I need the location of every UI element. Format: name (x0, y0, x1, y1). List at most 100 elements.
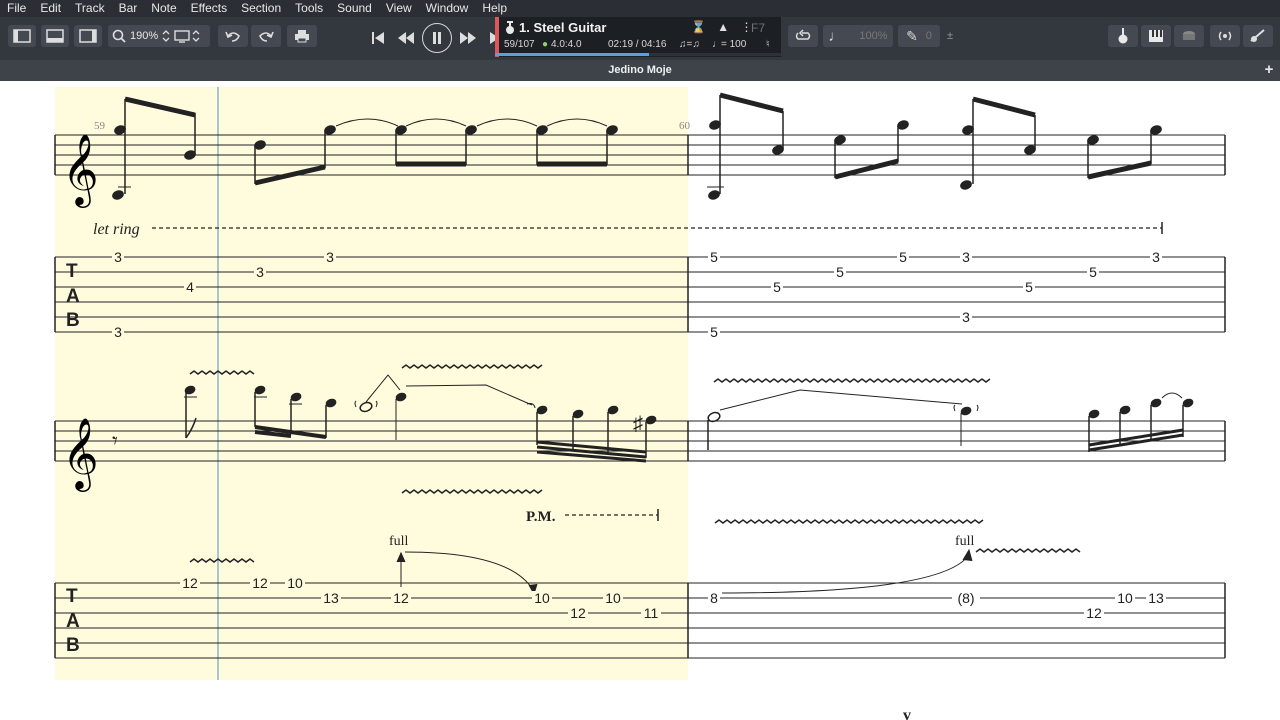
page-view-button[interactable] (41, 25, 69, 47)
menu-sound[interactable]: Sound (330, 0, 379, 17)
menu-window[interactable]: Window (419, 0, 476, 17)
track-name: 1. Steel Guitar (519, 20, 607, 35)
tab-fret-number[interactable]: 5 (773, 279, 781, 295)
go-to-start-button[interactable] (366, 25, 390, 51)
song-progress-bar[interactable] (495, 53, 781, 56)
redo-button[interactable] (251, 25, 281, 47)
piano-view-button[interactable] (1141, 25, 1171, 47)
wireless-button[interactable] (1210, 25, 1240, 47)
bar-position: 59/107 (504, 39, 535, 50)
tempo-value: = 100 (721, 39, 747, 50)
tab-fret-number[interactable]: 3 (256, 264, 264, 280)
zoom-value: 190% (130, 30, 159, 42)
tab-fret-number[interactable]: 3 (962, 309, 970, 325)
menu-bar-item[interactable]: Bar (112, 0, 145, 17)
menu-section[interactable]: Section (234, 0, 288, 17)
menu-bar: File Edit Track Bar Note Effects Section… (0, 0, 1280, 17)
tab-fret-number[interactable]: 3 (326, 249, 334, 265)
pan-control[interactable]: ✎ 0 (898, 25, 940, 47)
undo-icon (225, 31, 240, 42)
let-ring-label: let ring (93, 221, 140, 238)
pause-icon (433, 32, 441, 44)
fast-forward-button[interactable] (456, 25, 480, 51)
tab-fret-number[interactable]: (8) (957, 590, 974, 606)
panel-right-button[interactable] (74, 25, 102, 47)
fast-forward-icon (460, 32, 476, 44)
drum-view-button[interactable] (1174, 25, 1204, 47)
tab-fret-number[interactable]: 10 (605, 590, 621, 606)
tab-fret-number[interactable]: 10 (534, 590, 550, 606)
selection-highlight (55, 87, 688, 680)
add-tab-button[interactable]: + (1258, 60, 1280, 81)
menu-effects[interactable]: Effects (184, 0, 234, 17)
guitar-view-button[interactable] (1108, 25, 1138, 47)
metronome-icon[interactable]: ▲ (717, 20, 729, 34)
loop-button[interactable] (788, 25, 818, 47)
palm-mute-label: P.M. (526, 509, 556, 525)
print-button[interactable] (287, 25, 317, 47)
tab-fret-number[interactable]: 12 (182, 575, 198, 591)
tab-fret-number[interactable]: 12 (252, 575, 268, 591)
menu-edit[interactable]: Edit (33, 0, 68, 17)
tab-fret-number[interactable]: 12 (570, 605, 586, 621)
tab-fret-number[interactable]: 3 (114, 324, 122, 340)
panel-left-button[interactable] (8, 25, 36, 47)
panel-left-icon (13, 29, 31, 43)
triplet-feel-icon: ♫=♫ (679, 39, 700, 50)
tab-fret-number[interactable]: 11 (644, 605, 659, 621)
pause-button[interactable] (422, 23, 452, 53)
signature-dot-icon: ● (542, 39, 549, 50)
tab-fret-number[interactable]: 5 (1025, 279, 1033, 295)
quarter-note-icon: ♩ (828, 27, 844, 45)
menu-help[interactable]: Help (475, 0, 514, 17)
vibrato-mark-2 (713, 378, 991, 383)
menu-track[interactable]: Track (68, 0, 112, 17)
tab-fret-number[interactable]: 5 (710, 249, 718, 265)
tab-fret-number[interactable]: 3 (114, 249, 122, 265)
tab-fret-number[interactable]: 12 (393, 590, 409, 606)
zoom-stepper-icon[interactable] (162, 29, 170, 43)
tab-fret-number[interactable]: 12 (1086, 605, 1102, 621)
tab-clef-b-2: B (66, 635, 80, 656)
menu-file[interactable]: File (0, 0, 33, 17)
transport-controls (366, 23, 508, 53)
layout-stepper-icon[interactable] (192, 29, 200, 43)
panel-right-icon (79, 29, 97, 43)
tab-fret-number[interactable]: 8 (710, 590, 718, 606)
signal-icon (1218, 31, 1232, 41)
document-title[interactable]: Jedino Moje (608, 64, 672, 76)
instrument-button[interactable] (1243, 25, 1273, 47)
menu-note[interactable]: Note (144, 0, 183, 17)
hourglass-icon[interactable]: ⌛ (691, 20, 706, 34)
relative-speed-control[interactable]: ♩ 100% (823, 25, 893, 47)
tab-fret-number[interactable]: 13 (1148, 590, 1164, 606)
tab-fret-number[interactable]: 4 (186, 279, 194, 295)
redo-icon (259, 31, 274, 42)
tab-fret-number[interactable]: 3 (1152, 249, 1160, 265)
tab-fret-number[interactable]: 5 (899, 249, 907, 265)
electric-guitar-icon (1250, 29, 1265, 42)
screen-layout-icon[interactable] (174, 29, 190, 43)
song-time: 02:19 / 04:16 (608, 39, 667, 50)
tab-fret-number[interactable]: 3 (962, 249, 970, 265)
menu-view[interactable]: View (379, 0, 419, 17)
undo-button[interactable] (218, 25, 248, 47)
menu-tools[interactable]: Tools (288, 0, 330, 17)
zoom-control[interactable]: 190% (108, 25, 210, 47)
song-progress-fill (495, 53, 650, 56)
tab-fret-number[interactable]: 5 (836, 264, 844, 280)
function-key: F7 (751, 21, 766, 35)
tab-fret-number[interactable]: 5 (710, 324, 718, 340)
lcd-display[interactable]: 1. Steel Guitar ⌛ ▲ ⋮ F7 59/107 ● 4.0:4.… (495, 17, 781, 57)
tab-fret-number[interactable]: 10 (1117, 590, 1133, 606)
pan-stepper[interactable]: ± (942, 25, 958, 47)
guitar-fretboard-icon (1118, 28, 1128, 44)
tab-fret-number[interactable]: 5 (1089, 264, 1097, 280)
tab-fret-number[interactable]: 13 (323, 590, 339, 606)
tab-fret-number[interactable]: 10 (287, 575, 303, 591)
rewind-icon (398, 32, 414, 44)
plus-minus-icon: ± (946, 30, 954, 42)
rewind-button[interactable] (394, 25, 418, 51)
tab-clef-t-2: T (66, 586, 78, 607)
score-sheet[interactable]: 𝄞 59 60 let ring T A B 33433 55555 33553… (0, 81, 1280, 720)
